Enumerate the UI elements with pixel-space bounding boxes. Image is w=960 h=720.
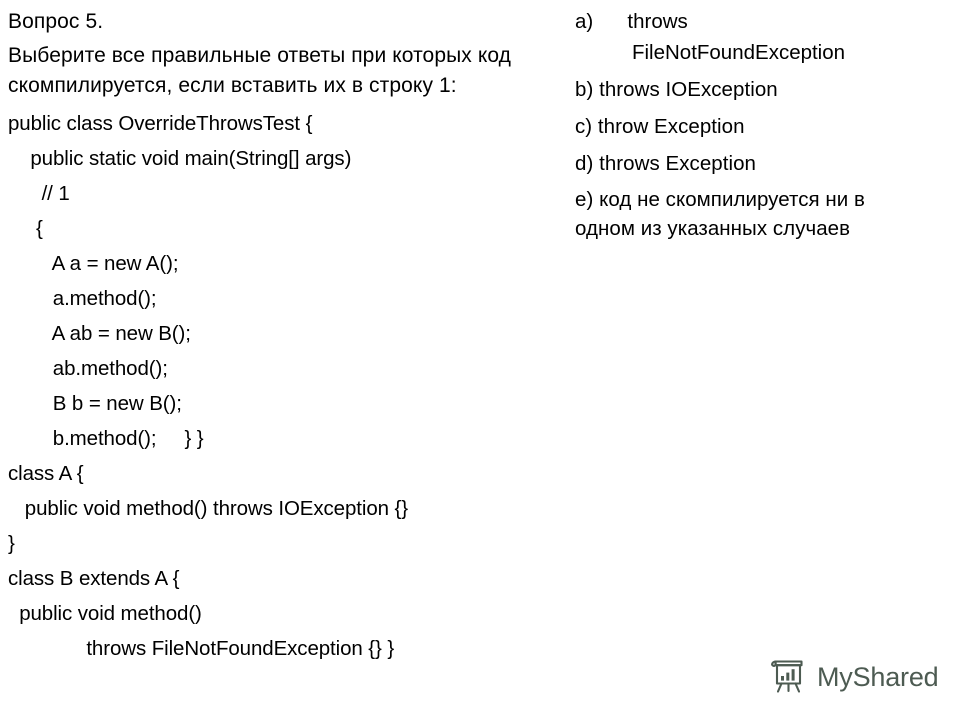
answer-option-a[interactable]: a) throws FileNotFoundException	[575, 6, 953, 68]
code-line: class B extends A {	[8, 567, 180, 590]
code-line: // 1	[8, 182, 70, 205]
code-line: {	[8, 217, 43, 240]
code-block: public class OverrideThrowsTest { public…	[8, 106, 578, 666]
answer-option-a-line2: FileNotFoundException	[575, 41, 846, 64]
code-line: public void method()	[8, 602, 202, 625]
code-line: }	[8, 532, 15, 555]
code-line: B b = new B();	[8, 392, 182, 415]
code-line: A a = new A();	[8, 252, 179, 275]
code-line: A ab = new B();	[8, 322, 191, 345]
answer-option-d[interactable]: d) throws Exception	[575, 148, 953, 179]
answer-option-c[interactable]: c) throw Exception	[575, 111, 953, 142]
watermark-brand-text: MyShared	[817, 661, 939, 692]
watermark: MyShared	[766, 655, 939, 699]
slide-canvas: Вопрос 5. Выберите все правильные ответы…	[0, 0, 960, 720]
code-line: public static void main(String[] args)	[8, 147, 352, 170]
question-prompt: Выберите все правильные ответы при котор…	[8, 44, 512, 97]
question-number: Вопрос 5.	[8, 10, 104, 33]
code-line: a.method();	[8, 287, 157, 310]
code-line: ab.method();	[8, 357, 168, 380]
answer-option-b[interactable]: b) throws IOException	[575, 74, 953, 105]
question-column: Вопрос 5. Выберите все правильные ответы…	[8, 6, 578, 666]
code-line: b.method(); } }	[8, 427, 204, 450]
flipchart-presentation-icon	[766, 655, 810, 699]
answer-option-e[interactable]: e) код не скомпилируется ни в одном из у…	[575, 185, 885, 243]
code-line: public void method() throws IOException …	[8, 497, 409, 520]
answer-options-list: a) throws FileNotFoundException b) throw…	[575, 6, 953, 249]
code-line: public class OverrideThrowsTest {	[8, 112, 313, 135]
code-line: throws FileNotFoundException {} }	[8, 637, 395, 660]
answer-option-a-line1: a) throws	[575, 10, 688, 33]
code-line: class A {	[8, 462, 84, 485]
